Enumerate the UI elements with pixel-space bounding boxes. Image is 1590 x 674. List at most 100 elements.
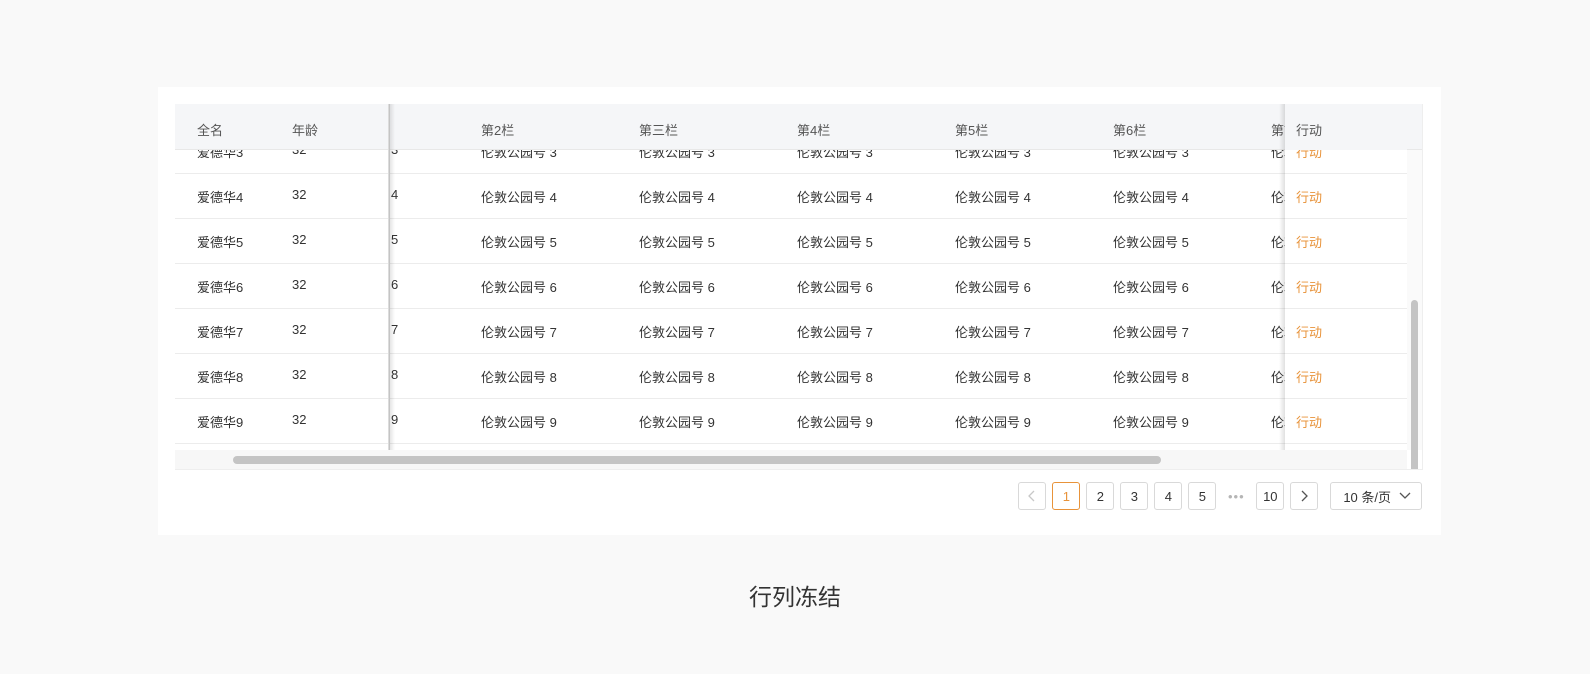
row-action-link[interactable]: 行动 <box>1296 367 1322 386</box>
table-cell: 伦敦公园号 4 <box>639 190 715 205</box>
table-cell: 32 <box>292 232 307 247</box>
column-header-6: 第5栏 <box>955 123 989 138</box>
table-cell: 伦敦公园号 7 <box>1113 325 1189 340</box>
row-divider <box>1285 443 1407 444</box>
row-divider <box>1285 218 1407 219</box>
horizontal-scrollbar-thumb[interactable] <box>233 456 1161 464</box>
table-row[interactable]: 爱德华5325伦敦公园号 5伦敦公园号 5伦敦公园号 5伦敦公园号 5伦敦公园号… <box>175 218 1407 264</box>
row-action-link[interactable]: 行动 <box>1296 322 1322 341</box>
column-header-3: 第2栏 <box>481 123 515 138</box>
table-cell: 伦敦公园号 4 <box>1113 190 1189 205</box>
figure-caption: 行列冻结 <box>749 584 841 610</box>
table-cell: 伦敦公园号 8 <box>481 370 557 385</box>
table-cell: 伦敦公园号 8 <box>955 370 1031 385</box>
column-header-1: 年龄 <box>292 123 319 138</box>
table-cell: 伦敦公园号 7 <box>955 325 1031 340</box>
table-cell: 伦敦公园号 6 <box>1113 280 1189 295</box>
frozen-right-shadow <box>1279 104 1285 450</box>
page-button-2[interactable]: 2 <box>1086 482 1115 510</box>
data-table: 全名年龄第2栏第三栏第4栏第5栏第6栏第7栏 爱德华3323伦敦公园号 3伦敦公… <box>175 104 1423 470</box>
row-divider <box>1285 398 1407 399</box>
page-size-select[interactable]: 10 条/页 <box>1330 482 1422 510</box>
table-cell: 伦敦公园号 9 <box>1113 415 1189 430</box>
prev-page-button[interactable] <box>1018 482 1047 510</box>
row-action-link[interactable]: 行动 <box>1296 187 1322 206</box>
table-cell: 伦敦公园号 8 <box>639 370 715 385</box>
table-cell: 伦敦公园号 9 <box>955 415 1031 430</box>
next-page-button[interactable] <box>1290 482 1319 510</box>
table-cell: 32 <box>292 322 307 337</box>
page-button-3[interactable]: 3 <box>1120 482 1149 510</box>
column-header-0: 全名 <box>197 123 224 138</box>
page-size-label: 10 条/页 <box>1343 489 1391 505</box>
frozen-right-header: 行动 <box>1285 104 1407 150</box>
table-row[interactable]: 爱德华6326伦敦公园号 6伦敦公园号 6伦敦公园号 6伦敦公园号 6伦敦公园号… <box>175 263 1407 309</box>
table-cell: 伦敦公园号 5 <box>955 235 1031 250</box>
table-row[interactable]: 爱德华4324伦敦公园号 4伦敦公园号 4伦敦公园号 4伦敦公园号 4伦敦公园号… <box>175 173 1407 219</box>
table-cell: 伦敦公园号 6 <box>639 280 715 295</box>
row-action-link[interactable]: 行动 <box>1296 277 1322 296</box>
table-header: 全名年龄第2栏第三栏第4栏第5栏第6栏第7栏 <box>175 104 1422 150</box>
table-cell: 伦敦公园号 7 <box>481 325 557 340</box>
table-cell: 伦敦公园号 5 <box>639 235 715 250</box>
table-row[interactable]: 爱德华9329伦敦公园号 9伦敦公园号 9伦敦公园号 9伦敦公园号 9伦敦公园号… <box>175 398 1407 444</box>
vertical-scrollbar[interactable] <box>1407 150 1422 469</box>
table-cell: 32 <box>292 150 306 157</box>
row-divider <box>1285 308 1407 309</box>
table-cell: 爱德华5 <box>197 235 244 250</box>
table-cell: 爱德华9 <box>197 415 244 430</box>
column-header-5: 第4栏 <box>797 123 831 138</box>
vertical-scrollbar-thumb[interactable] <box>1411 300 1418 469</box>
table-cell: 32 <box>292 187 307 202</box>
table-cell: 伦敦公园号 3 <box>1113 150 1189 160</box>
table-cell: 爱德华3 <box>197 150 244 160</box>
table-cell: 32 <box>292 367 307 382</box>
page-button-last[interactable]: 10 <box>1256 482 1285 510</box>
table-cell: 伦敦公园号 9 <box>797 415 873 430</box>
column-header-7: 第6栏 <box>1113 123 1147 138</box>
pagination: 1 2 3 4 5 ••• 10 10 条/页 <box>1018 482 1422 510</box>
table-row[interactable]: 爱德华3323伦敦公园号 3伦敦公园号 3伦敦公园号 3伦敦公园号 3伦敦公园号… <box>175 150 1407 174</box>
table-cell: 伦敦公园号 4 <box>481 190 557 205</box>
table-cell: 伦敦公园号 9 <box>639 415 715 430</box>
table-cell: 伦敦公园号 4 <box>797 190 873 205</box>
page-button-5[interactable]: 5 <box>1188 482 1217 510</box>
table-cell: 爱德华8 <box>197 370 244 385</box>
table-cell: 伦敦公园号 3 <box>481 150 557 160</box>
chevron-right-icon <box>1301 490 1309 502</box>
page-button-4[interactable]: 4 <box>1154 482 1183 510</box>
table-cell: 32 <box>292 412 307 427</box>
row-divider <box>1285 173 1407 174</box>
chevron-left-icon <box>1028 490 1035 502</box>
table-row[interactable]: 爱德华7327伦敦公园号 7伦敦公园号 7伦敦公园号 7伦敦公园号 7伦敦公园号… <box>175 308 1407 354</box>
table-card: 全名年龄第2栏第三栏第4栏第5栏第6栏第7栏 爱德华3323伦敦公园号 3伦敦公… <box>158 87 1441 535</box>
table-cell: 伦敦公园号 9 <box>481 415 557 430</box>
table-cell: 爱德华7 <box>197 325 244 340</box>
table-cell: 伦敦公园号 5 <box>797 235 873 250</box>
chevron-down-icon <box>1399 492 1411 499</box>
table-cell: 伦敦公园号 3 <box>639 150 715 160</box>
table-row[interactable]: 爱德华8328伦敦公园号 8伦敦公园号 8伦敦公园号 8伦敦公园号 8伦敦公园号… <box>175 353 1407 399</box>
table-cell: 伦敦公园号 3 <box>955 150 1031 160</box>
row-divider <box>1285 263 1407 264</box>
table-cell: 伦敦公园号 8 <box>797 370 873 385</box>
table-cell: 伦敦公园号 6 <box>481 280 557 295</box>
table-cell: 伦敦公园号 7 <box>797 325 873 340</box>
table-cell: 伦敦公园号 8 <box>1113 370 1189 385</box>
horizontal-scrollbar[interactable] <box>175 450 1407 469</box>
table-cell: 爱德华6 <box>197 280 244 295</box>
page-button-1[interactable]: 1 <box>1052 482 1081 510</box>
table-cell: 爱德华4 <box>197 190 244 205</box>
table-cell: 伦敦公园号 6 <box>797 280 873 295</box>
table-cell: 伦敦公园号 6 <box>955 280 1031 295</box>
table-cell: 伦敦公园号 4 <box>955 190 1031 205</box>
row-action-link[interactable]: 行动 <box>1296 412 1322 431</box>
table-cell: 伦敦公园号 5 <box>481 235 557 250</box>
table-body[interactable]: 爱德华3323伦敦公园号 3伦敦公园号 3伦敦公园号 3伦敦公园号 3伦敦公园号… <box>175 150 1407 450</box>
row-divider <box>1285 353 1407 354</box>
table-cell: 伦敦公园号 5 <box>1113 235 1189 250</box>
table-cell: 32 <box>292 277 307 292</box>
page-ellipsis[interactable]: ••• <box>1222 482 1251 510</box>
row-action-link[interactable]: 行动 <box>1296 232 1322 251</box>
column-header-4: 第三栏 <box>639 123 679 138</box>
